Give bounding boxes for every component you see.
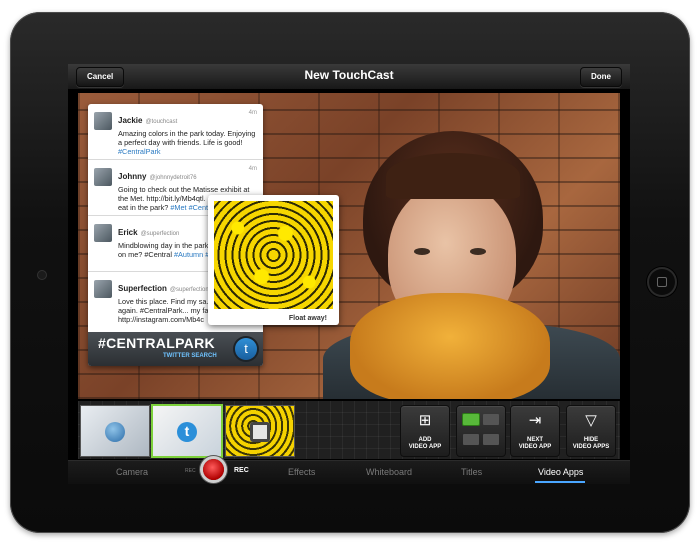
person-eye-left [414,248,430,255]
tweet-hashtags[interactable]: #CentralPark [118,147,161,156]
tab-whiteboard[interactable]: Whiteboard [366,467,412,477]
tweet-item[interactable]: Jackie @touchcast 4m Amazing colors in th… [88,104,263,160]
twitter-icon [177,422,197,442]
photo-caption: Float away! [288,315,327,322]
tweet-handle: @superfection [169,287,209,293]
front-camera [38,271,46,279]
video-app-thumbnail-photo[interactable] [225,405,295,457]
layout-option-2[interactable] [483,414,499,425]
photo-popup[interactable]: Float away! [208,195,339,325]
layout-switcher[interactable] [456,405,506,457]
globe-icon [105,422,125,442]
done-button[interactable]: Done [580,67,622,87]
person-bangs [386,153,520,199]
rec-prefix-label: REC [185,468,196,474]
video-app-thumbnail-twitter[interactable] [151,404,223,458]
layout-option-1[interactable] [463,414,479,425]
video-app-thumbnail-web[interactable] [80,405,150,457]
add-video-app-label: ADD VIDEO APP [408,437,442,450]
navigation-bar: Cancel New TouchCast Done [68,64,630,90]
photo-icon [250,422,270,442]
hashtag-bar: #CENTRALPARK TWITTER SEARCH t [88,332,263,366]
avatar [94,280,112,298]
tweet-name: Erick [118,228,138,237]
video-preview[interactable]: Jackie @touchcast 4m Amazing colors in th… [78,93,620,399]
person-scarf [350,293,550,399]
tweet-time: 4m [248,110,257,116]
person-eye-right [470,248,486,255]
tweet-handle: @superfection [140,231,180,237]
active-tab-indicator [535,481,585,483]
record-control[interactable]: REC REC [185,459,274,484]
hide-video-apps-label: HIDE VIDEO APPS [572,437,610,450]
add-video-app-button[interactable]: ⊞ ADD VIDEO APP [400,405,450,457]
tweet-name: Johnny [118,172,147,181]
next-video-app-label: NEXT VIDEO APP [518,437,552,450]
add-icon: ⊞ [418,412,432,429]
hide-icon: ▽ [585,412,597,429]
tab-camera[interactable]: Camera [116,467,148,477]
tweet-handle: @johnnydetroit76 [149,175,197,181]
flowers-photo [214,201,333,309]
twitter-search-label: TWITTER SEARCH [163,353,217,359]
hide-video-apps-button[interactable]: ▽ HIDE VIDEO APPS [566,405,616,457]
video-apps-toolbar: ⊞ ADD VIDEO APP ⇥ NEXT VIDEO APP ▽ HIDE … [78,401,620,459]
home-button[interactable] [647,267,677,297]
hashtag-title: #CENTRALPARK [98,335,215,351]
page-title: New TouchCast [304,68,394,82]
rec-label: REC [234,467,249,474]
avatar [94,168,112,186]
layout-option-4[interactable] [483,434,499,445]
twitter-icon[interactable]: t [235,338,257,360]
tab-video-apps[interactable]: Video Apps [538,467,583,477]
tab-titles[interactable]: Titles [461,467,482,477]
next-arrow-icon: ⇥ [528,412,542,429]
record-button[interactable] [203,459,224,480]
mode-tab-bar: Camera REC REC Effects Whiteboard Titles… [68,459,630,484]
tweet-time: 4m [248,166,257,172]
avatar [94,224,112,242]
tweet-name: Superfection [118,284,167,293]
tweet-name: Jackie [118,116,143,125]
tweet-text: Amazing colors in the park today. Enjoyi… [118,129,256,147]
avatar [94,112,112,130]
tweet-handle: @touchcast [145,119,178,125]
layout-option-3[interactable] [463,434,479,445]
tab-effects[interactable]: Effects [288,467,315,477]
screen: Cancel New TouchCast Done Jackie @touchca… [68,64,630,484]
next-video-app-button[interactable]: ⇥ NEXT VIDEO APP [510,405,560,457]
